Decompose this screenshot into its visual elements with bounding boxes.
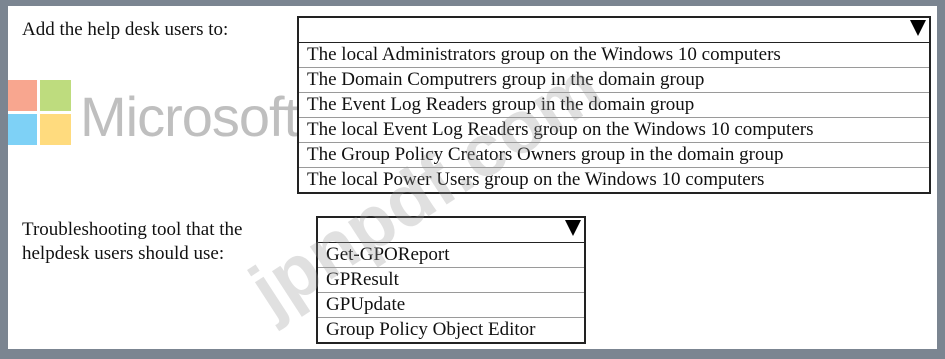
troubleshooting-label-line2: helpdesk users should use:: [22, 243, 225, 264]
microsoft-watermark: Microsoft: [80, 85, 299, 148]
microsoft-logo-icon: [8, 80, 72, 146]
logo-yellow-square: [40, 114, 71, 145]
question-panel: Microsoft Add the help desk users to: Th…: [8, 6, 937, 349]
troubleshooting-tool-label: Troubleshooting tool that the helpdesk u…: [22, 218, 242, 266]
logo-green-square: [40, 80, 71, 111]
logo-blue-square: [8, 114, 37, 145]
dropdown-option[interactable]: The local Administrators group on the Wi…: [299, 43, 929, 68]
dropdown-arrow-icon[interactable]: [565, 220, 581, 236]
logo-red-square: [8, 80, 37, 111]
dropdown-option[interactable]: The Domain Computrers group in the domai…: [299, 68, 929, 93]
troubleshooting-label-line1: Troubleshooting tool that the: [22, 219, 243, 240]
dropdown-option[interactable]: GPUpdate: [318, 293, 584, 318]
dropdown-option[interactable]: Group Policy Object Editor: [318, 318, 584, 342]
help-desk-group-label: Add the help desk users to:: [22, 19, 229, 40]
dropdown-header[interactable]: [299, 18, 929, 43]
dropdown-arrow-icon[interactable]: [910, 20, 926, 36]
dropdown-option[interactable]: The local Event Log Readers group on the…: [299, 118, 929, 143]
